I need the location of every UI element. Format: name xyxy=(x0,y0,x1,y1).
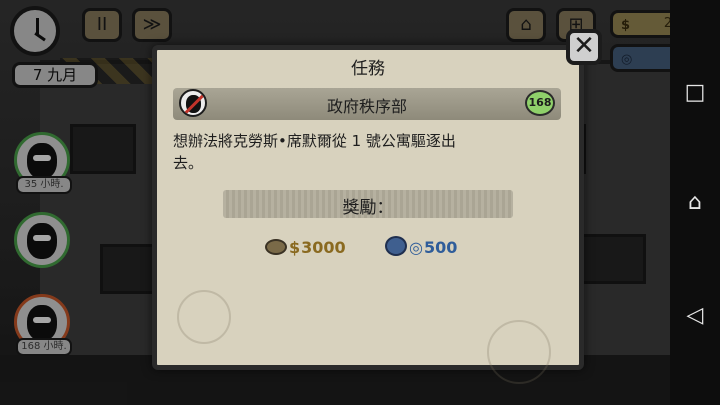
reputation-icon: ◎ xyxy=(409,238,423,257)
back-icon[interactable]: ◁ xyxy=(682,303,708,329)
reputation-medal-icon xyxy=(385,236,407,256)
mission-header: 政府秩序部 168 xyxy=(173,88,561,120)
quest-dialog: 任務 政府秩序部 168 想辦法將克勞斯•席默爾從 1 號公寓驅逐出去。 獎勵：… xyxy=(152,45,584,384)
rewards-header: 獎勵： xyxy=(223,190,513,218)
decorative-emblem xyxy=(177,290,231,344)
android-nav-bar: □ ⌂ ◁ xyxy=(670,0,720,405)
close-button[interactable]: ✕ xyxy=(566,29,602,65)
decorative-emblem xyxy=(487,320,551,384)
mission-timer-badge: 168 xyxy=(525,90,555,116)
reward-money: $3000 xyxy=(265,236,346,260)
dialog-title: 任務 xyxy=(351,59,385,79)
dollar-icon: $ xyxy=(289,238,301,257)
mission-description: 想辦法將克勞斯•席默爾從 1 號公寓驅逐出去。 xyxy=(173,132,456,172)
reward-reputation-value: 500 xyxy=(423,238,458,257)
home-icon[interactable]: ⌂ xyxy=(682,190,708,216)
rewards-label: 獎勵： xyxy=(342,198,394,218)
reward-money-value: 3000 xyxy=(301,238,346,257)
recents-icon[interactable]: □ xyxy=(682,80,708,106)
mission-name: 政府秩序部 xyxy=(326,97,407,116)
coins-icon xyxy=(265,239,287,255)
reward-reputation: ◎500 xyxy=(385,236,457,260)
